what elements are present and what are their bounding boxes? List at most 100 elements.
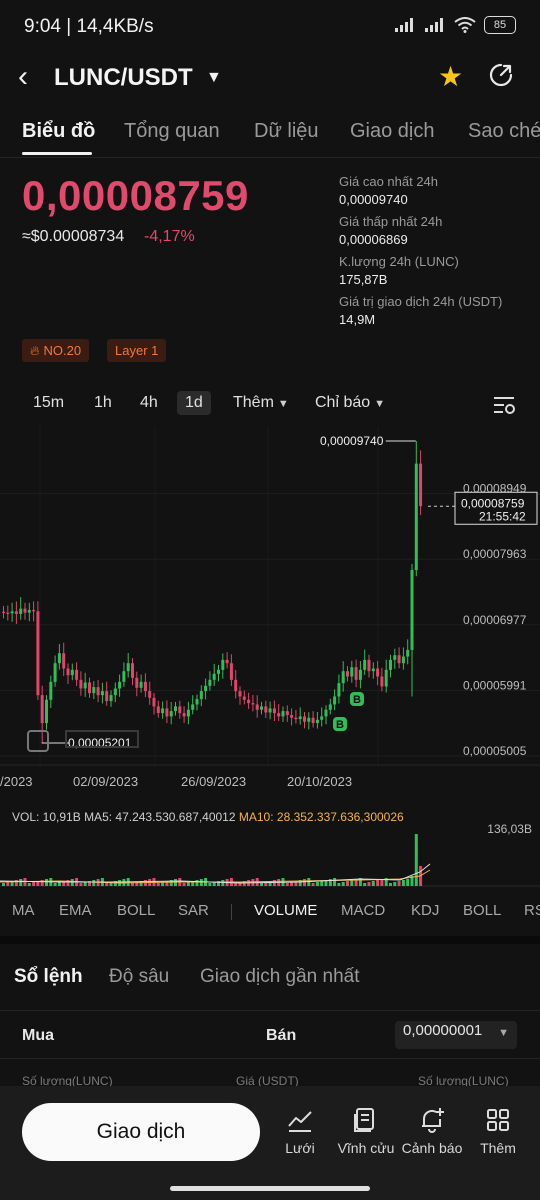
candle-body [247,699,251,704]
interval-more[interactable]: Thêm ▼ [233,394,289,412]
candle-body [23,608,27,613]
pair-title[interactable]: LUNC/USDT [54,64,193,92]
candle-body [143,681,147,692]
candle-body [14,611,18,614]
trade-button[interactable]: Giao dịch [22,1103,260,1161]
candle-body [234,679,238,692]
nav-alert[interactable]: Cảnh báo [397,1106,467,1156]
stat-label: Giá thấp nhất 24h [339,214,443,229]
buy-label: Mua [22,1027,54,1044]
share-icon[interactable] [488,62,514,88]
indicator-dropdown-label: Chỉ báo [315,394,371,411]
candle-body [152,697,156,707]
volume-bar [32,882,36,886]
precision-select[interactable]: 0,00000001 ▼ [395,1021,517,1049]
tab-recent-trades[interactable]: Giao dịch gần nhất [200,966,360,988]
candle-body [315,719,319,724]
candle-body [251,703,255,705]
chart-settings-icon[interactable] [492,394,516,416]
tab-depth[interactable]: Độ sâu [109,966,169,988]
indicator-dropdown[interactable]: Chỉ báo ▼ [315,394,385,412]
ind-ma[interactable]: MA [12,902,35,919]
candle-body [10,611,14,614]
candle-body [346,671,349,677]
tab-data[interactable]: Dữ liệu [254,120,319,143]
ind-rsi[interactable]: RSI [524,902,540,919]
candle-body [298,716,302,720]
candle-body [139,681,143,688]
watermark-logo [27,730,49,752]
stat-label: Giá trị giao dịch 24h (USDT) [339,294,503,309]
ind-kdj[interactable]: KDJ [411,902,439,919]
interval-1h[interactable]: 1h [94,394,112,412]
tab-copy[interactable]: Sao chép [468,120,540,143]
tab-orderbook[interactable]: Sổ lệnh [14,966,83,988]
ind-macd[interactable]: MACD [341,902,385,919]
volume-bar [303,879,306,886]
volume-bar [195,880,199,886]
candle-body [277,713,281,717]
interval-4h[interactable]: 4h [140,394,158,412]
candle-body [75,669,79,680]
candle-body [255,704,259,710]
nav-grid[interactable]: Lưới [265,1106,335,1156]
last-price: 0,00008759 [22,172,249,219]
candle-body [45,699,48,724]
ind-boll[interactable]: BOLL [117,902,155,919]
candle-body [406,649,410,657]
interval-1d[interactable]: 1d [177,391,211,415]
star-icon[interactable]: ★ [438,60,463,93]
nav-perpetual[interactable]: Vĩnh cửu [331,1106,401,1156]
candle-body [204,685,208,692]
candle-body [212,673,216,680]
candle-body [186,709,190,717]
candle-body [238,691,242,697]
category-tag[interactable]: Layer 1 [107,339,167,362]
ind-volume[interactable]: VOLUME [254,902,317,919]
candle-body [156,706,160,714]
candle-body [384,669,388,687]
status-icons: 85 [394,16,516,34]
nav-more-label: Thêm [480,1140,516,1156]
nav-more[interactable]: Thêm [463,1106,533,1156]
candle-body [367,659,371,672]
x-tick: 02/09/2023 [73,774,139,789]
rank-tag[interactable]: 🔥︎ NO.20 [22,339,90,362]
volume-bar [156,883,160,886]
back-icon[interactable]: ‹ [18,62,28,92]
price-chart[interactable]: 0,00008949 0,00007963 0,00006977 0,00005991… [0,426,540,766]
tab-trading[interactable]: Giao dịch [350,120,435,143]
candle-body [268,708,272,713]
interval-15m[interactable]: 15m [33,394,64,412]
volume-bar [376,880,380,886]
candle-body [57,653,61,664]
volume-bar [272,880,276,886]
y-tick: 0,00007963 [463,547,527,561]
apps-grid-icon [487,1109,509,1131]
ind-ema[interactable]: EMA [59,902,92,919]
signal-icon [395,18,413,32]
candle-body [217,669,220,674]
candle-body [307,717,311,722]
volume-bar [346,881,349,886]
tab-chart[interactable]: Biểu đồ [22,120,95,143]
candlestick-chart[interactable]: 0,000089490,000079630,000069770,00005991… [0,426,540,766]
chevron-down-icon[interactable]: ▼ [206,69,222,87]
volume-bar [83,882,87,886]
volume-bar [367,882,371,886]
ind-sar[interactable]: SAR [178,902,209,919]
nav-perpetual-label: Vĩnh cửu [337,1140,395,1156]
volume-bar [389,883,392,886]
volume-bar [2,883,5,886]
signal-icon-2 [425,18,443,32]
ind-boll-2[interactable]: BOLL [463,902,501,919]
volume-bar [341,882,345,886]
stat-label: K.lượng 24h (LUNC) [339,254,459,269]
indicator-separator [231,904,232,920]
tab-overview[interactable]: Tổng quan [124,120,220,143]
candle-body [135,677,139,688]
candle-body [294,717,298,720]
volume-bar [234,883,238,886]
candle-body [122,671,126,682]
candle-body [109,695,113,702]
